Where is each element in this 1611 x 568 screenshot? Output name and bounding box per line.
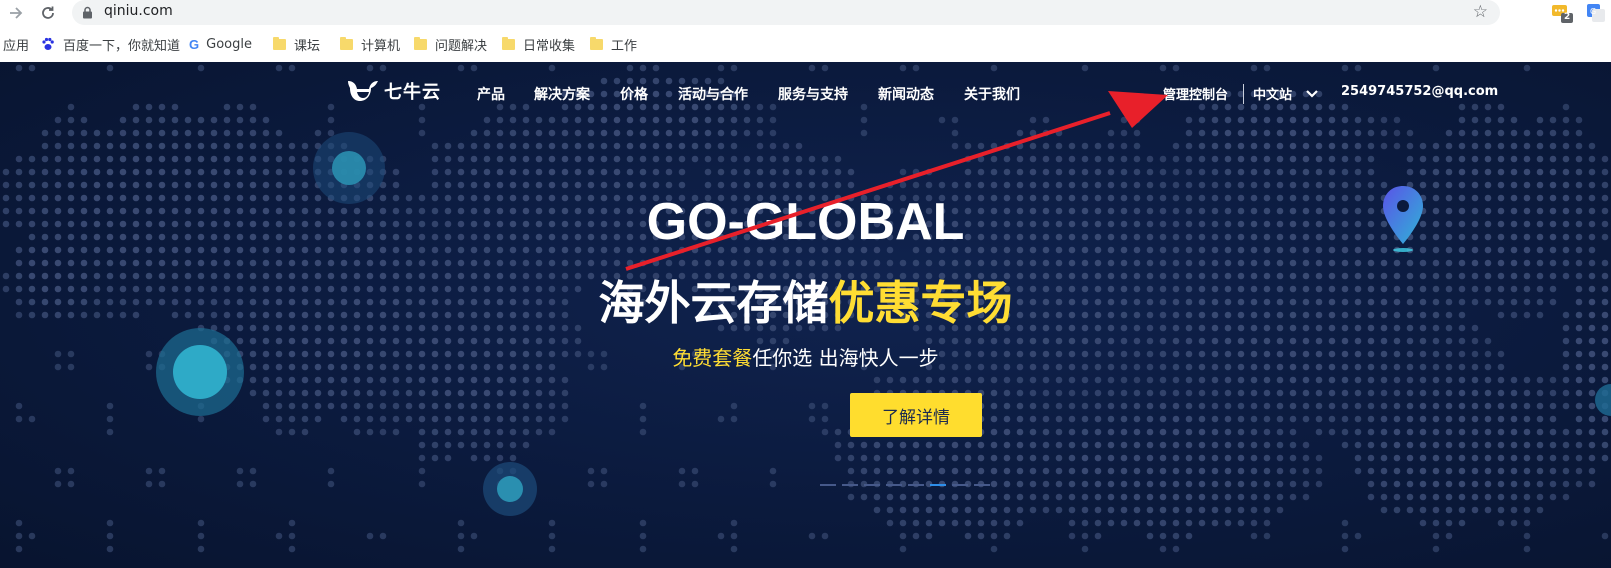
bookmark-star-icon[interactable]: ☆ <box>1473 2 1488 22</box>
hero-banner: 七牛云 产品 解决方案 价格 活动与合作 服务与支持 新闻动态 关于我们 管理控… <box>0 62 1611 568</box>
bookmarks-bar: 应用 百度一下，你就知道 G Google 课坛 计算机 问题解决 日常收集 工… <box>0 29 1611 59</box>
bookmark-label: 工作 <box>611 38 638 54</box>
nav-pricing[interactable]: 价格 <box>620 84 648 104</box>
lock-icon <box>83 6 92 19</box>
browser-toolbar: qiniu.com ☆ 2 G <box>0 0 1611 27</box>
bookmark-folder[interactable]: 问题解决 <box>414 34 487 54</box>
folder-icon <box>502 36 515 50</box>
sub-headline-highlight: 优惠专场 <box>828 276 1013 330</box>
apps-shortcut[interactable]: 应用 <box>3 34 29 54</box>
url-text[interactable]: qiniu.com <box>104 3 173 19</box>
folder-icon <box>273 36 286 50</box>
bookmark-label: Google <box>206 36 252 52</box>
slide-indicator[interactable] <box>930 484 946 486</box>
apps-label: 应用 <box>3 38 30 54</box>
nav-news[interactable]: 新闻动态 <box>878 84 934 104</box>
bookmark-label: 课坛 <box>294 38 321 54</box>
sub-headline-white: 海外云存储 <box>598 276 829 330</box>
bookmark-label: 日常收集 <box>523 38 576 54</box>
svg-text:G: G <box>1590 7 1596 16</box>
chevron-down-icon <box>1306 89 1318 98</box>
nav-activities[interactable]: 活动与合作 <box>678 84 748 104</box>
google-g-icon: G <box>189 36 200 52</box>
nav-divider <box>1243 84 1244 104</box>
logo-text: 七牛云 <box>384 82 441 103</box>
bookmark-folder[interactable]: 计算机 <box>340 34 400 54</box>
forward-arrow-icon <box>10 7 23 19</box>
bookmark-baidu[interactable]: 百度一下，你就知道 <box>41 34 180 54</box>
baidu-paw-icon <box>42 37 54 50</box>
forward-button[interactable] <box>5 2 27 24</box>
folder-icon <box>340 36 353 50</box>
account-email[interactable]: 2549745752@qq.com <box>1341 84 1498 99</box>
qiniu-logo-icon <box>348 81 378 101</box>
nav-solutions[interactable]: 解决方案 <box>534 84 590 104</box>
extension-chat-icon[interactable]: 2 <box>1552 4 1574 24</box>
bookmark-label: 问题解决 <box>435 38 488 54</box>
bookmark-label: 计算机 <box>361 38 401 54</box>
nav-products[interactable]: 产品 <box>477 84 505 104</box>
slide-indicator[interactable] <box>820 484 836 486</box>
reload-button[interactable] <box>37 2 59 24</box>
bookmark-folder[interactable]: 工作 <box>590 34 637 54</box>
slide-indicator[interactable] <box>952 484 968 486</box>
language-label: 中文站 <box>1253 88 1293 103</box>
language-selector[interactable]: 中文站 <box>1253 84 1318 103</box>
slide-indicator[interactable] <box>974 484 990 486</box>
tagline-text: 任你选 出海快人一步 <box>752 346 939 370</box>
console-link[interactable]: 管理控制台 <box>1163 84 1228 103</box>
slide-indicator[interactable] <box>908 484 924 486</box>
bookmark-folder[interactable]: 日常收集 <box>502 34 575 54</box>
folder-icon <box>590 36 603 50</box>
slide-indicator[interactable] <box>842 484 858 486</box>
hero-tagline: 免费套餐任你选 出海快人一步 <box>0 342 1611 371</box>
slide-indicator[interactable] <box>886 484 902 486</box>
slide-indicator[interactable] <box>864 484 880 486</box>
qiniu-logo[interactable]: 七牛云 <box>346 78 441 104</box>
hero-sub-headline: 海外云存储优惠专场 <box>0 267 1611 333</box>
address-bar[interactable]: qiniu.com ☆ <box>72 0 1500 25</box>
nav-about[interactable]: 关于我们 <box>964 84 1020 104</box>
reload-icon <box>42 6 54 19</box>
tagline-highlight: 免费套餐 <box>672 346 753 370</box>
translate-extension-icon[interactable]: G <box>1587 4 1605 22</box>
bookmark-google[interactable]: G Google <box>189 34 252 54</box>
hero-headline: GO-GLOBAL <box>646 193 965 251</box>
nav-services[interactable]: 服务与支持 <box>778 84 848 104</box>
extension-badge: 2 <box>1564 12 1571 22</box>
folder-icon <box>414 36 427 50</box>
bookmark-folder[interactable]: 课坛 <box>273 34 320 54</box>
learn-more-button[interactable]: 了解详情 <box>850 393 982 437</box>
bookmark-label: 百度一下，你就知道 <box>63 38 181 54</box>
